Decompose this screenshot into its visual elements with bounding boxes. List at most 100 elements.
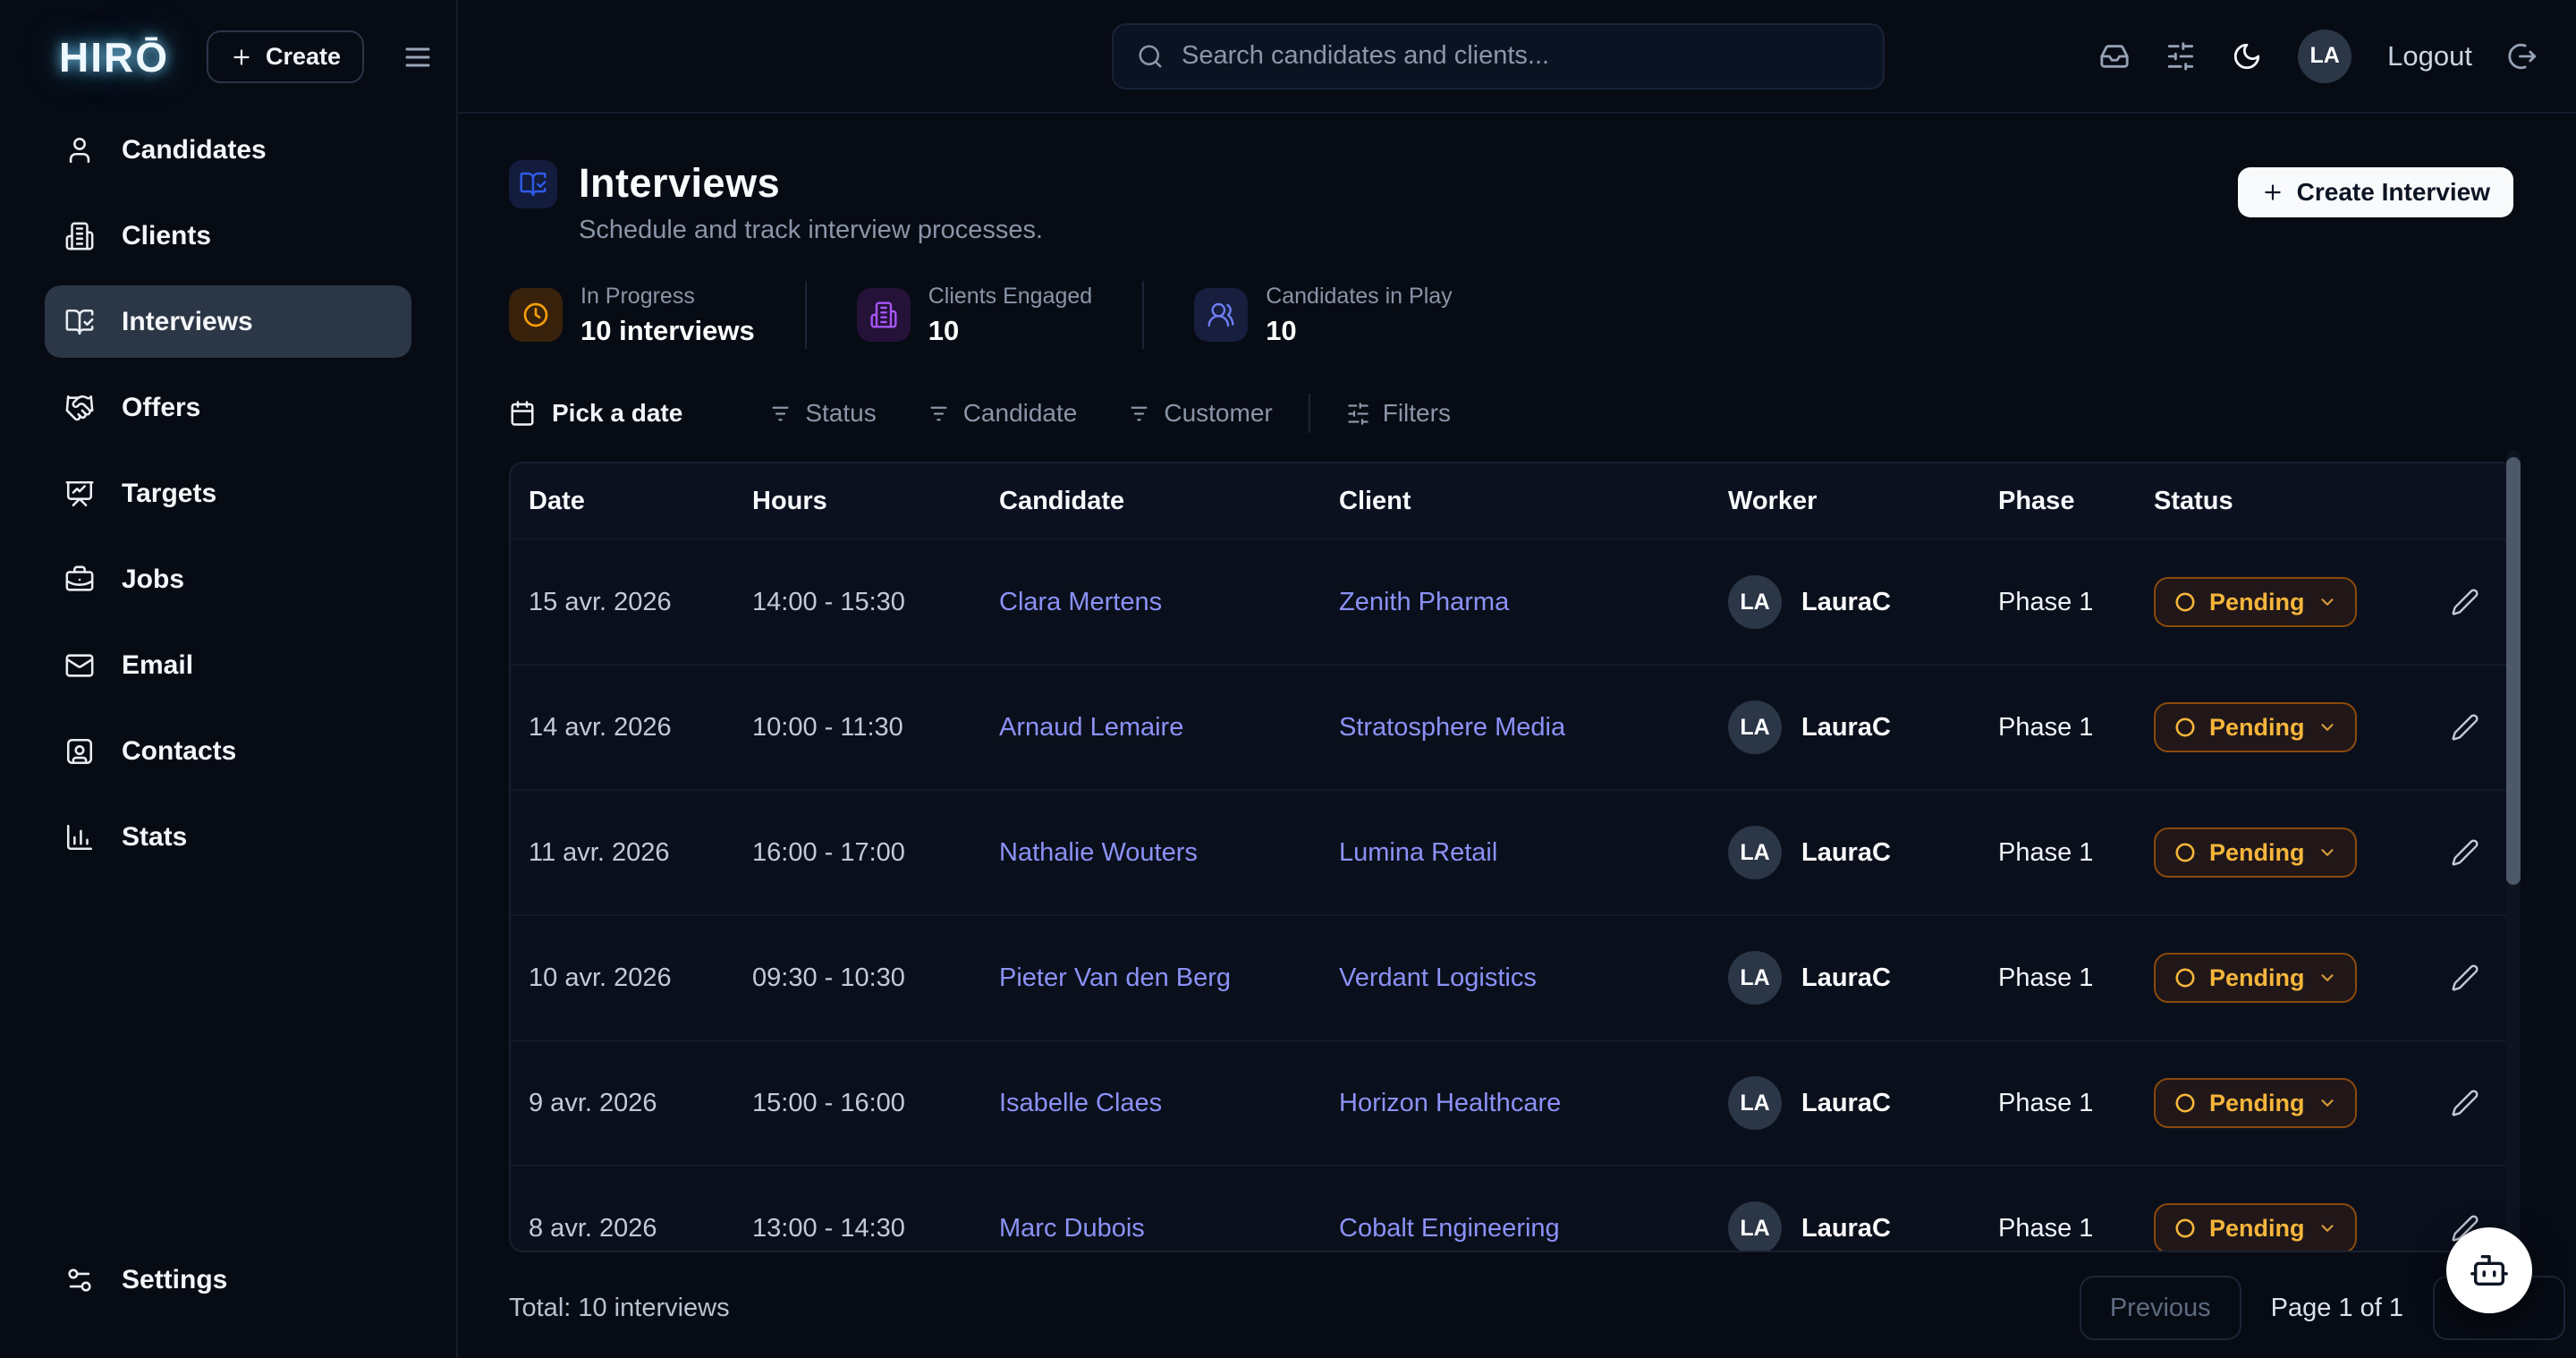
- sidebar-item-label: Settings: [122, 1265, 227, 1295]
- worker-name: LauraC: [1801, 713, 1891, 743]
- status-badge[interactable]: Pending: [2154, 702, 2357, 752]
- cell-worker: LA LauraC: [1728, 575, 1998, 629]
- edit-button[interactable]: [2451, 588, 2479, 616]
- edit-button[interactable]: [2451, 963, 2479, 992]
- status-badge[interactable]: Pending: [2154, 577, 2357, 627]
- candidate-link[interactable]: Isabelle Claes: [999, 1089, 1162, 1117]
- filter-status-button[interactable]: Status: [768, 399, 876, 428]
- sidebar-item-label: Targets: [122, 479, 216, 509]
- sidebar-item-contacts[interactable]: Contacts: [45, 715, 411, 787]
- assistant-fab-button[interactable]: [2446, 1227, 2532, 1313]
- worker-avatar: LA: [1728, 826, 1782, 879]
- column-header-phase: Phase: [1998, 487, 2154, 516]
- sidebar-item-offers[interactable]: Offers: [45, 371, 411, 444]
- sidebar-item-email[interactable]: Email: [45, 629, 411, 701]
- cell-phase: Phase 1: [1998, 588, 2154, 617]
- candidate-link[interactable]: Pieter Van den Berg: [999, 963, 1231, 992]
- chevron-down-icon: [2318, 1093, 2337, 1113]
- client-link[interactable]: Cobalt Engineering: [1339, 1214, 1560, 1243]
- create-button-label: Create: [266, 43, 341, 71]
- filters-button[interactable]: Filters: [1346, 399, 1451, 428]
- table-header: Date Hours Candidate Client Worker Phase…: [511, 463, 2512, 539]
- edit-button[interactable]: [2451, 1089, 2479, 1117]
- sidebar-item-stats[interactable]: Stats: [45, 801, 411, 873]
- robot-icon: [2469, 1250, 2510, 1291]
- user-avatar[interactable]: LA: [2298, 30, 2351, 83]
- filter-chip-label: Status: [805, 399, 876, 428]
- building-icon: [64, 221, 95, 251]
- pencil-icon: [2451, 838, 2479, 867]
- search-icon: [1137, 43, 1164, 70]
- create-button[interactable]: Create: [207, 30, 364, 83]
- inbox-icon: [2099, 41, 2130, 72]
- filter-chip-label: Candidate: [963, 399, 1078, 428]
- candidate-link[interactable]: Nathalie Wouters: [999, 838, 1198, 867]
- edit-button[interactable]: [2451, 838, 2479, 867]
- stats-row: In Progress 10 interviews Clients Engage…: [509, 281, 2513, 349]
- cell-date: 10 avr. 2026: [529, 963, 752, 993]
- divider: [805, 281, 807, 349]
- sidebar-item-candidates[interactable]: Candidates: [45, 114, 411, 186]
- candidate-link[interactable]: Marc Dubois: [999, 1214, 1145, 1243]
- stat-in-progress: In Progress 10 interviews: [509, 284, 755, 347]
- sliders-icon: [1346, 402, 1370, 426]
- worker-name: LauraC: [1801, 588, 1891, 617]
- inbox-button[interactable]: [2099, 41, 2130, 72]
- page-subtitle: Schedule and track interview processes.: [579, 216, 1043, 245]
- client-link[interactable]: Stratosphere Media: [1339, 713, 1565, 742]
- create-interview-button[interactable]: Create Interview: [2238, 167, 2513, 217]
- status-badge[interactable]: Pending: [2154, 828, 2357, 878]
- column-header-hours: Hours: [752, 487, 999, 516]
- stat-value: 10 interviews: [580, 315, 755, 347]
- edit-button[interactable]: [2451, 713, 2479, 742]
- status-badge[interactable]: Pending: [2154, 1078, 2357, 1128]
- pencil-icon: [2451, 713, 2479, 742]
- table-scrollbar[interactable]: [2506, 450, 2521, 1241]
- stat-clients-engaged: Clients Engaged 10: [857, 284, 1092, 347]
- date-picker-button[interactable]: Pick a date: [509, 399, 682, 428]
- logout-button[interactable]: [2508, 41, 2538, 72]
- sidebar-item-interviews[interactable]: Interviews: [45, 285, 411, 358]
- users-icon-box: [1194, 288, 1248, 342]
- column-header-candidate: Candidate: [999, 487, 1339, 516]
- preferences-button[interactable]: [2165, 41, 2196, 72]
- funnel-icon: [768, 402, 792, 426]
- scrollbar-thumb[interactable]: [2506, 457, 2521, 885]
- cell-hours: 14:00 - 15:30: [752, 588, 999, 617]
- global-search: [1112, 23, 1885, 89]
- status-circle-icon: [2174, 966, 2197, 989]
- client-link[interactable]: Horizon Healthcare: [1339, 1089, 1561, 1117]
- plus-icon: [2261, 181, 2284, 204]
- page-icon-box: [509, 160, 557, 208]
- clock-icon: [521, 301, 550, 329]
- sidebar-item-targets[interactable]: Targets: [45, 457, 411, 530]
- menu-toggle-button[interactable]: [402, 41, 434, 73]
- cell-date: 8 avr. 2026: [529, 1214, 752, 1243]
- search-input[interactable]: [1182, 41, 1860, 71]
- status-circle-icon: [2174, 716, 2197, 739]
- status-badge[interactable]: Pending: [2154, 953, 2357, 1003]
- logout-label[interactable]: Logout: [2387, 40, 2472, 72]
- previous-page-button[interactable]: Previous: [2080, 1276, 2241, 1340]
- pencil-icon: [2451, 588, 2479, 616]
- status-badge[interactable]: Pending: [2154, 1203, 2357, 1252]
- filter-customer-button[interactable]: Customer: [1127, 399, 1272, 428]
- cell-hours: 16:00 - 17:00: [752, 838, 999, 868]
- stat-value: 10: [928, 315, 1092, 347]
- client-link[interactable]: Verdant Logistics: [1339, 963, 1537, 992]
- candidate-link[interactable]: Clara Mertens: [999, 588, 1162, 616]
- theme-toggle-button[interactable]: [2232, 41, 2262, 72]
- filter-candidate-button[interactable]: Candidate: [927, 399, 1078, 428]
- candidate-link[interactable]: Arnaud Lemaire: [999, 713, 1183, 742]
- worker-avatar: LA: [1728, 1076, 1782, 1130]
- sidebar-item-jobs[interactable]: Jobs: [45, 543, 411, 615]
- client-link[interactable]: Lumina Retail: [1339, 838, 1497, 867]
- column-header-date: Date: [529, 487, 752, 516]
- page-title: Interviews: [579, 160, 1043, 207]
- client-link[interactable]: Zenith Pharma: [1339, 588, 1509, 616]
- sidebar-item-settings[interactable]: Settings: [45, 1243, 411, 1316]
- chevron-down-icon: [2318, 968, 2337, 988]
- chevron-down-icon: [2318, 843, 2337, 862]
- sidebar-item-clients[interactable]: Clients: [45, 199, 411, 272]
- calendar-icon: [509, 400, 536, 427]
